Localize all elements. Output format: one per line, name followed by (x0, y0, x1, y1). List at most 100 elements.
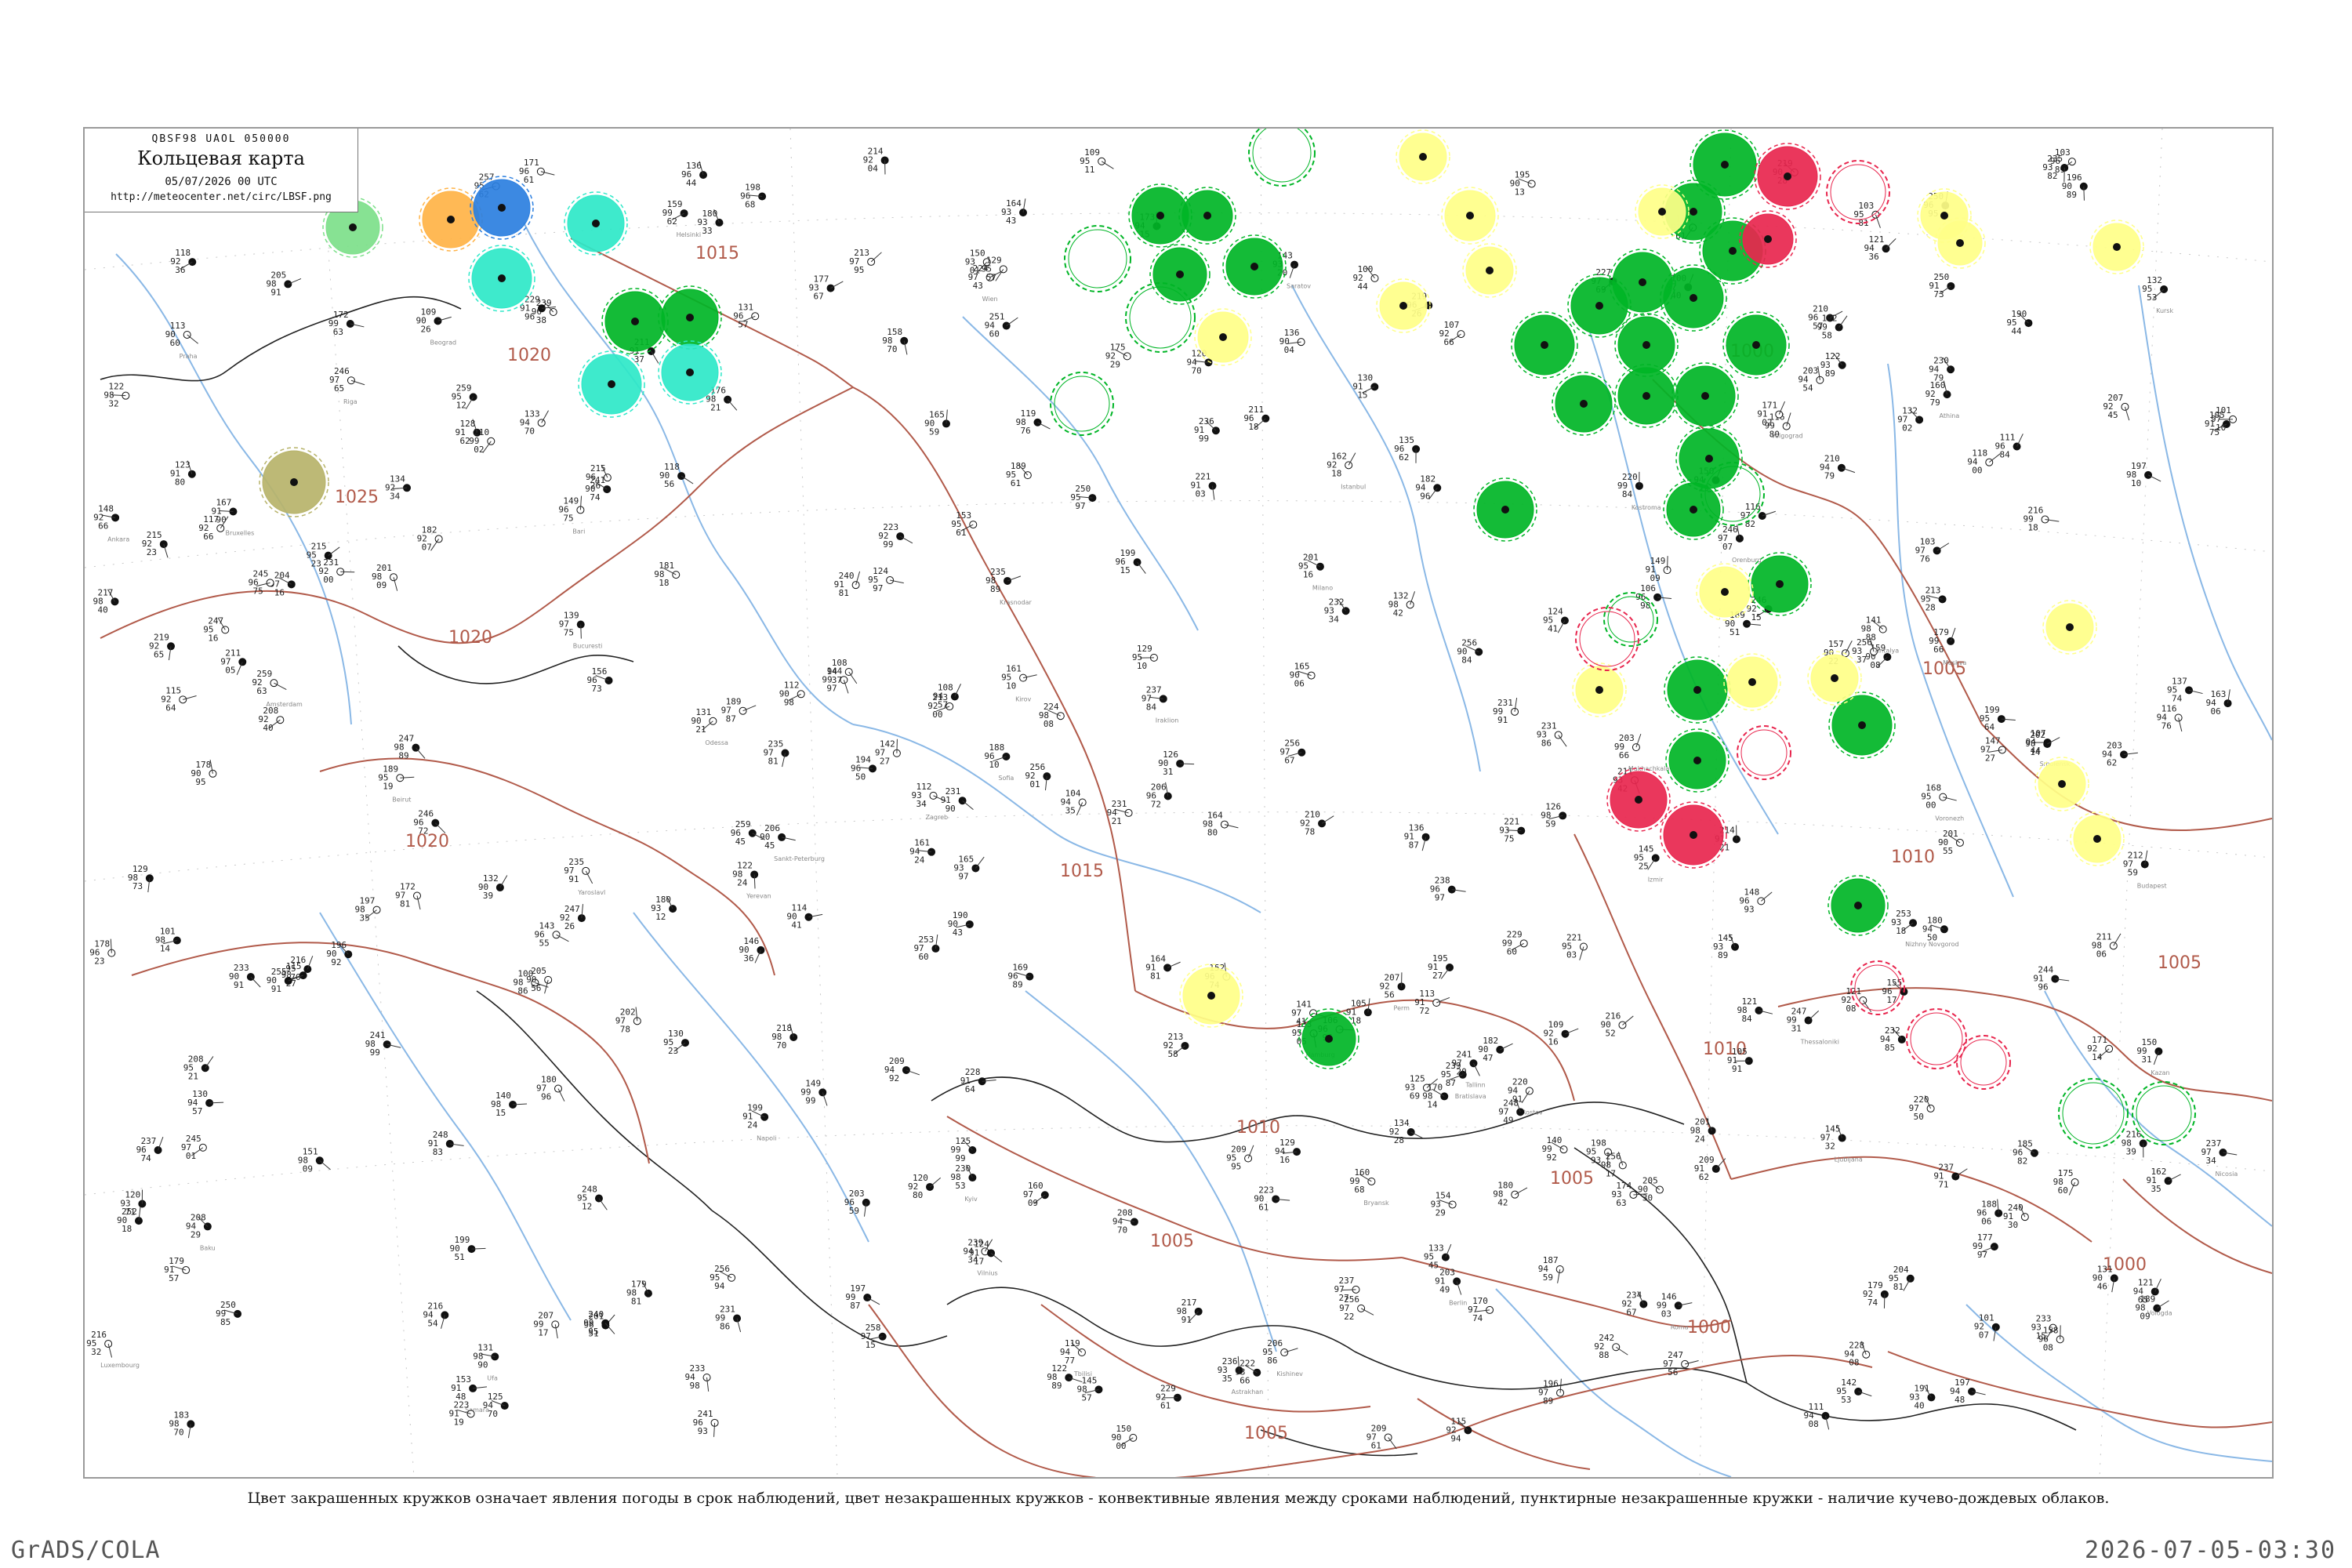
isobar-label: 1005 (2158, 953, 2201, 973)
station-value: 17 (1606, 1168, 1616, 1178)
station-value: 39 (483, 891, 493, 901)
station-plot: 1879459 (1538, 1255, 1564, 1283)
station-value: 01 (970, 265, 980, 275)
station-plot: 1499999 (800, 1078, 828, 1106)
station-value: 57 (738, 319, 748, 329)
station-plot: 2299960 (1502, 929, 1528, 956)
station-name: Astrakhan (1232, 1388, 1264, 1396)
station-value: 10 (2131, 478, 2141, 488)
station-plot: 2509597 (1070, 484, 1097, 511)
station-plot: 2289164 (960, 1067, 996, 1094)
station-plot: 2419693 (693, 1409, 719, 1437)
station-value: 61 (1258, 1202, 1269, 1212)
station-value: 61 (1371, 1440, 1381, 1450)
station-plot: 2029814 (2025, 730, 2060, 757)
station-plot: 1999051 (449, 1235, 486, 1262)
station-plot: 1509000 (1111, 1424, 1138, 1451)
station-value: 64 (165, 702, 176, 713)
station-plot: 2379734Nicosia (2201, 1138, 2238, 1178)
station-dot (1693, 686, 1701, 694)
station-plot: 1709774 (1468, 1296, 1494, 1323)
station-value: 91 (270, 287, 281, 297)
station-value: 36 (175, 265, 185, 275)
station-dot (1705, 455, 1713, 463)
station-plot: 1159264 (161, 685, 197, 713)
station-dot (1690, 831, 1697, 839)
station-name: Iraklion (1156, 717, 1179, 724)
station-value: 10 (989, 760, 999, 770)
station-dot (1748, 678, 1756, 686)
station-plot: 2019824 (1690, 1116, 1716, 1144)
station-name: Athina (1940, 412, 1960, 419)
station-plot: 2239299 (878, 522, 913, 550)
station-plot: 1319890Ufa (473, 1342, 499, 1381)
station-name: Kursk (2156, 307, 2173, 314)
station-plot: 1329039 (478, 873, 508, 901)
station-value: 04 (1284, 345, 1295, 355)
station-value: 61 (524, 175, 534, 185)
station-plot: 2359791Yaroslavl (564, 857, 605, 896)
station-value: 51 (454, 1252, 464, 1262)
station-value: 76 (1020, 426, 1030, 436)
station-plot: 1619510Kirov (1001, 664, 1037, 703)
station-plot: 1809842 (1493, 1181, 1528, 1208)
station-plot: 1719661 (519, 158, 555, 185)
station-plot: 1649181 (1145, 953, 1181, 981)
station-value: 17 (1886, 995, 1896, 1005)
isobar-label: 1005 (1150, 1232, 1194, 1251)
station-plot: 1379574 (2167, 676, 2203, 703)
station-value: 41 (1296, 1016, 1306, 1026)
station-plot: 1609968Bryansk (1349, 1167, 1389, 1207)
station-plot: 2239119 (449, 1399, 475, 1427)
station-plot: 2519460 (985, 312, 1018, 339)
station-value: 62 (2107, 757, 2117, 768)
station-name: Beograd (430, 339, 456, 346)
station-value: 18 (1896, 926, 1906, 936)
station-plot: 1889610Sofia (984, 742, 1014, 782)
station-value: 17 (538, 1327, 548, 1338)
station-value: 11 (1084, 165, 1094, 175)
station-plot: 2359781 (763, 739, 789, 768)
station-plot: 1469903Roma (1657, 1291, 1693, 1330)
station-value: 18 (659, 578, 669, 588)
station-value: 24 (1695, 1134, 1706, 1144)
station-plot: 1689500Voronezh (1921, 783, 1964, 822)
convective-ring (1050, 372, 1114, 436)
station-value: 79 (1930, 397, 1940, 408)
station-value: 84 (1741, 1014, 1752, 1024)
station-value: 61 (956, 528, 966, 538)
station-name: Kishinev (1276, 1370, 1303, 1377)
station-value: 95 (1231, 1162, 1241, 1172)
station-plot: 1219436 (1864, 234, 1896, 262)
station-value: 10 (1006, 681, 1016, 691)
station-value: 60 (989, 329, 1000, 339)
station-name: Praha (180, 353, 198, 360)
station-value: 21 (188, 1071, 198, 1081)
station-value: 89 (1051, 1381, 1062, 1391)
station-name: Nicosia (2215, 1171, 2238, 1178)
station-value: 58 (1822, 331, 1832, 341)
station-value: 57 (192, 1106, 202, 1116)
convective-ring (1737, 725, 1791, 780)
station-name: Moskva (1943, 659, 1966, 666)
station-value: 01 (1029, 779, 1040, 789)
station-plot: 2489183 (428, 1130, 464, 1157)
map-frame: 1025 1020 1020 1020 1015 1010 1005 1005 1005 1010… (83, 127, 2274, 1479)
convective-inner-ring (2136, 1085, 2192, 1142)
station-dot (686, 368, 694, 376)
station-plot: 1199876 (1015, 408, 1051, 436)
station-name: Zagreb (926, 814, 949, 821)
station-value: 97 (958, 871, 968, 881)
station-plot: 1129098 (779, 680, 805, 707)
station-value: 09 (303, 1163, 313, 1174)
station-dot (1595, 302, 1603, 310)
station-plot: 2079917 (533, 1310, 560, 1339)
station-value: 28 (1394, 1135, 1404, 1145)
station-value: 59 (849, 1206, 859, 1216)
station-plot: 1999615 (1116, 548, 1146, 575)
station-name: Thessaloniki (1800, 1039, 1839, 1046)
station-value: 71 (1938, 1180, 1948, 1190)
station-value: 75 (564, 628, 574, 638)
station-plot: 1599962Helsinki (662, 199, 701, 238)
station-value: 07 (1979, 1330, 1989, 1341)
